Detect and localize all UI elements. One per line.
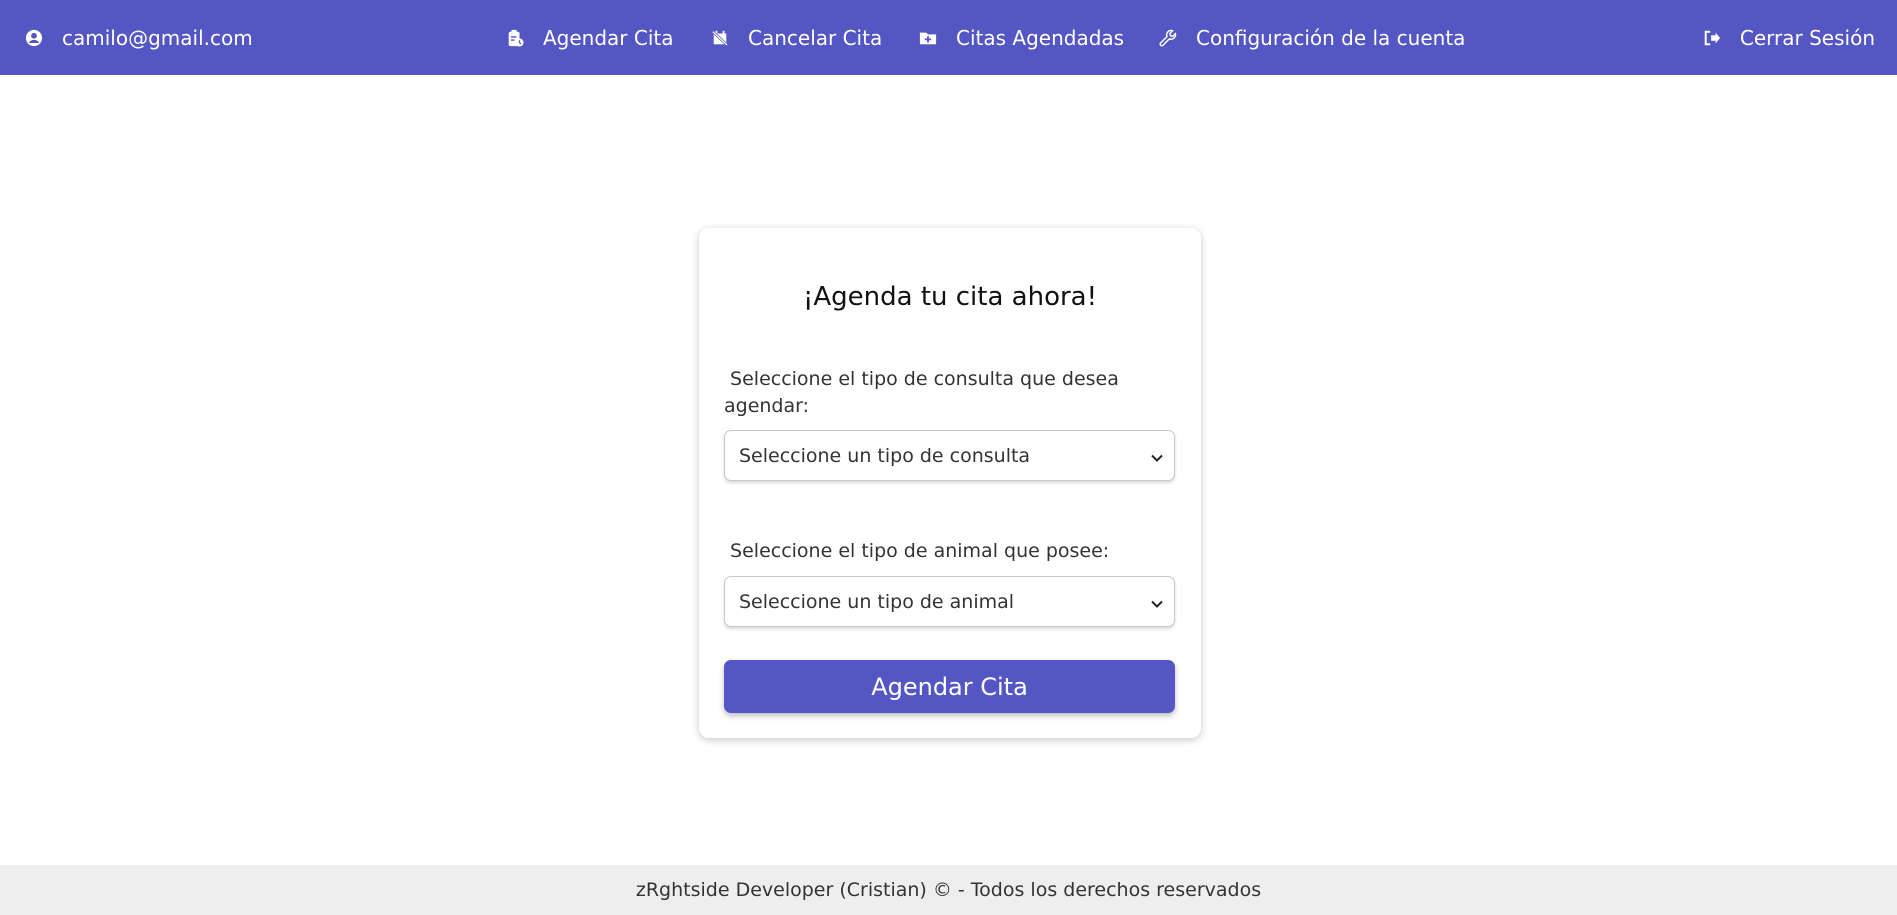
- consulta-type-label-text: Seleccione el tipo de consulta que desea…: [724, 368, 1119, 417]
- calendar-slash-icon: [710, 28, 730, 48]
- nav-cancelar-cita[interactable]: Cancelar Cita: [710, 0, 882, 75]
- nav-agendar-cita[interactable]: Agendar Cita: [505, 0, 674, 75]
- form-title: ¡Agenda tu cita ahora!: [802, 282, 1098, 312]
- animal-type-selected: Seleccione un tipo de animal: [739, 590, 1015, 613]
- clipboard-clock-icon: [505, 28, 525, 48]
- footer: zRghtside Developer (Cristian) © - Todos…: [0, 865, 1897, 915]
- animal-type-select[interactable]: Seleccione un tipo de animal: [724, 576, 1175, 627]
- footer-text: zRghtside Developer (Cristian) © - Todos…: [635, 879, 1262, 901]
- folder-plus-icon: [918, 28, 938, 48]
- nav-cancelar-label: Cancelar Cita: [748, 25, 883, 50]
- animal-type-label: Seleccione el tipo de animal que posee:: [724, 538, 1144, 565]
- wrench-icon: [1158, 28, 1178, 48]
- logout-label: Cerrar Sesión: [1739, 25, 1875, 50]
- chevron-down-icon: [1150, 594, 1164, 608]
- appointment-form-card: ¡Agenda tu cita ahora! Seleccione el tip…: [699, 228, 1201, 738]
- agendar-cita-button[interactable]: Agendar Cita: [724, 660, 1175, 713]
- top-navbar: camilo@gmail.com Agendar Cita Cancelar C…: [0, 0, 1897, 75]
- user-circle-icon: [24, 28, 44, 48]
- nav-agendar-label: Agendar Cita: [543, 25, 674, 50]
- user-email: camilo@gmail.com: [62, 25, 253, 50]
- consulta-type-select[interactable]: Seleccione un tipo de consulta: [724, 430, 1175, 481]
- nav-citas-label: Citas Agendadas: [956, 25, 1125, 50]
- nav-config-label: Configuración de la cuenta: [1196, 25, 1466, 50]
- nav-citas-agendadas[interactable]: Citas Agendadas: [918, 0, 1124, 75]
- animal-type-label-text: Seleccione el tipo de animal que posee:: [730, 540, 1110, 562]
- sign-out-icon: [1702, 28, 1722, 48]
- chevron-down-icon: [1150, 448, 1164, 462]
- nav-configuracion[interactable]: Configuración de la cuenta: [1158, 0, 1465, 75]
- logout-button[interactable]: Cerrar Sesión: [1702, 0, 1875, 75]
- consulta-type-selected: Seleccione un tipo de consulta: [739, 444, 1031, 467]
- user-account[interactable]: camilo@gmail.com: [24, 0, 253, 75]
- consulta-type-label: Seleccione el tipo de consulta que desea…: [724, 366, 1144, 420]
